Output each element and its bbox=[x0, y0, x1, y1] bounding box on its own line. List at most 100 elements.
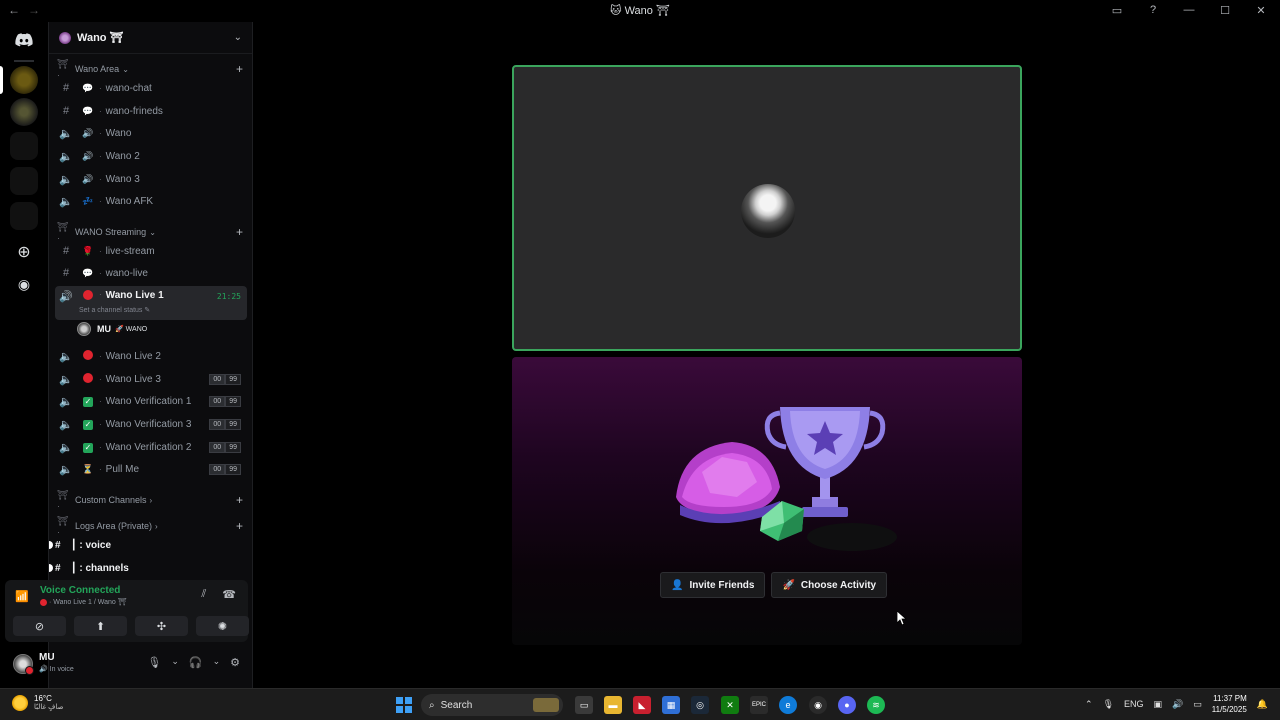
invite-friends-button[interactable]: 👤 Invite Friends bbox=[660, 572, 766, 598]
headphones-icon[interactable]: 🎧 bbox=[189, 656, 203, 669]
xbox-icon[interactable]: ✕ bbox=[721, 696, 739, 714]
add-channel-icon[interactable]: + bbox=[236, 519, 243, 533]
channel-live-stream[interactable]: # 🌹 · live-stream bbox=[55, 241, 247, 261]
add-channel-icon[interactable]: + bbox=[236, 493, 243, 507]
maximize-button[interactable]: ☐ bbox=[1218, 3, 1232, 17]
taskbar-search[interactable]: ⌕ Search bbox=[421, 694, 563, 716]
inbox-icon[interactable]: ▭ bbox=[1110, 3, 1124, 17]
help-icon[interactable]: ? bbox=[1146, 3, 1160, 17]
text-channel-icon: # bbox=[62, 105, 70, 117]
epic-games-icon[interactable]: EPIC bbox=[750, 696, 768, 714]
channel-verification-2[interactable]: 🔈 ✓ · Wano Verification 2 00 99 bbox=[55, 437, 247, 457]
category-wano-streaming[interactable]: ⛩ · WANO Streaming ⌄ + bbox=[57, 222, 247, 243]
add-channel-icon[interactable]: + bbox=[236, 225, 243, 239]
minimize-button[interactable]: — bbox=[1182, 3, 1196, 17]
channel-status-prompt[interactable]: Set a channel status ✎ bbox=[79, 306, 150, 314]
windows-start-icon[interactable] bbox=[396, 697, 412, 713]
add-server-icon[interactable]: ⊕ bbox=[10, 238, 38, 266]
text-channel-icon: # bbox=[62, 267, 70, 279]
chevron-right-icon: › bbox=[155, 521, 158, 531]
voice-status-title[interactable]: Voice Connected bbox=[40, 585, 120, 596]
channel-wano-live-3[interactable]: 🔈 · Wano Live 3 00 99 bbox=[55, 369, 247, 389]
file-explorer-icon[interactable]: ▬ bbox=[604, 696, 622, 714]
clock-time: 11:37 PM bbox=[1213, 694, 1247, 703]
soundboard-icon: ✺ bbox=[217, 620, 228, 633]
amd-software-icon[interactable]: ◣ bbox=[633, 696, 651, 714]
weather-widget[interactable]: 16°C صافٍ غالبًا bbox=[12, 694, 63, 711]
voice-status-subtitle[interactable]: · Wano Live 1 / Wano ⛩ bbox=[40, 598, 127, 606]
channel-wano-frineds[interactable]: # 💬 · wano-frineds bbox=[55, 101, 247, 121]
voice-participant[interactable]: MU 🚀 WANO bbox=[77, 320, 237, 338]
notification-icon[interactable]: 🔔 bbox=[1257, 699, 1268, 710]
channel-voice-log[interactable]: # ┃ : voice bbox=[49, 535, 247, 555]
battery-icon[interactable]: ▭ bbox=[1193, 699, 1202, 710]
discord-taskbar-icon[interactable]: ● bbox=[838, 696, 856, 714]
activities-button[interactable]: ✣ bbox=[135, 616, 188, 636]
chevron-down-icon[interactable]: ⌄ bbox=[213, 656, 221, 669]
server-name: Wano ⛩ bbox=[77, 32, 124, 44]
voice-call-area: 👤 Invite Friends 🚀 Choose Activity bbox=[254, 22, 1280, 688]
channel-name: live-stream bbox=[105, 245, 155, 257]
steam-icon[interactable]: ◎ bbox=[691, 696, 709, 714]
task-view-icon[interactable]: ▭ bbox=[575, 696, 593, 714]
volume-icon[interactable]: 🔊 bbox=[1172, 699, 1183, 710]
microphone-icon[interactable]: 🎙 bbox=[1103, 699, 1114, 710]
camera-off-button[interactable]: ⊘ bbox=[13, 616, 66, 636]
network-icon[interactable]: ▣ bbox=[1154, 699, 1163, 710]
spotify-icon[interactable]: ≋ bbox=[867, 696, 885, 714]
user-limit: 99 bbox=[225, 441, 241, 453]
channel-verification-3[interactable]: 🔈 ✓ · Wano Verification 3 00 99 bbox=[55, 414, 247, 434]
avatar[interactable] bbox=[13, 654, 34, 675]
username[interactable]: MU bbox=[39, 652, 55, 663]
server-icon bbox=[59, 31, 71, 44]
channel-wano-live-2[interactable]: 🔈 · Wano Live 2 bbox=[55, 346, 247, 366]
chevron-down-icon[interactable]: ⌄ bbox=[171, 656, 179, 669]
category-logs-area[interactable]: ⛩ · Logs Area (Private) › + bbox=[57, 516, 247, 537]
microphone-icon[interactable]: 🎙 bbox=[147, 656, 161, 669]
language-indicator[interactable]: ENG bbox=[1124, 699, 1144, 709]
channel-pull-me[interactable]: 🔈 ⏳ · Pull Me 00 99 bbox=[55, 459, 247, 479]
microsoft-store-icon[interactable]: ▦ bbox=[662, 696, 680, 714]
discord-home-icon[interactable] bbox=[10, 26, 38, 54]
server-group-icon-3[interactable] bbox=[10, 202, 38, 230]
noise-suppression-icon[interactable]: ⫽ bbox=[201, 588, 206, 601]
screen-share-button[interactable]: ⬆ bbox=[74, 616, 127, 636]
channel-channels-log[interactable]: # ┃ : channels bbox=[49, 558, 247, 578]
server-folder-icon[interactable] bbox=[10, 98, 38, 126]
channel-wano-2[interactable]: 🔈 🔊 · Wano 2 bbox=[55, 146, 247, 166]
soundboard-button[interactable]: ✺ bbox=[196, 616, 249, 636]
server-group-icon[interactable] bbox=[10, 132, 38, 160]
discover-icon[interactable]: ◉ bbox=[10, 270, 38, 298]
close-button[interactable]: ✕ bbox=[1254, 3, 1268, 17]
channel-wano-live-1[interactable]: 🔊 · Wano Live 1 21:25 Set a channel stat… bbox=[55, 286, 247, 320]
channel-wano-afk[interactable]: 🔈 💤 · Wano AFK bbox=[55, 191, 247, 211]
channel-wano-chat[interactable]: # 💬 · wano-chat bbox=[55, 78, 247, 98]
server-wano-icon[interactable] bbox=[10, 66, 38, 94]
channel-wano-3[interactable]: 🔈 🔊 · Wano 3 bbox=[55, 169, 247, 189]
category-custom-channels[interactable]: ⛩ · Custom Channels › + bbox=[57, 490, 247, 511]
channel-name: Wano bbox=[105, 127, 132, 139]
channel-name: wano-chat bbox=[105, 82, 152, 94]
chevron-up-icon[interactable]: ⌃ bbox=[1085, 699, 1093, 710]
server-group-icon-2[interactable] bbox=[10, 167, 38, 195]
gear-icon[interactable]: ⚙ bbox=[230, 656, 240, 669]
voice-actions: ⫽ ☎ bbox=[201, 588, 236, 601]
speaker-icon: 🔈 bbox=[59, 463, 73, 476]
signal-icon[interactable]: 📶 bbox=[15, 590, 31, 606]
speaker-icon: 🔈 bbox=[59, 395, 73, 408]
channel-wano-live[interactable]: # 💬 · wano-live bbox=[55, 263, 247, 283]
participant-tile[interactable] bbox=[512, 65, 1022, 351]
choose-activity-button[interactable]: 🚀 Choose Activity bbox=[771, 572, 888, 598]
title-bar: ← → 🐱 Wano ⛩ ▭ ? — ☐ ✕ bbox=[0, 0, 1280, 22]
add-channel-icon[interactable]: + bbox=[236, 62, 243, 76]
category-wano-area[interactable]: ⛩ · Wano Area ⌄ + bbox=[57, 59, 247, 80]
channel-verification-1[interactable]: 🔈 ✓ · Wano Verification 1 00 99 bbox=[55, 391, 247, 411]
chrome-icon[interactable]: ◉ bbox=[809, 696, 827, 714]
text-channel-icon: # bbox=[55, 539, 61, 551]
server-header[interactable]: Wano ⛩ ⌄ bbox=[49, 22, 252, 54]
disconnect-icon[interactable]: ☎ bbox=[222, 588, 236, 601]
text-channel-icon: # bbox=[62, 82, 70, 94]
channel-wano-voice[interactable]: 🔈 🔊 · Wano bbox=[55, 123, 247, 143]
edge-icon[interactable]: e bbox=[779, 696, 797, 714]
clock[interactable]: 11:37 PM 11/5/2025 bbox=[1212, 693, 1247, 715]
